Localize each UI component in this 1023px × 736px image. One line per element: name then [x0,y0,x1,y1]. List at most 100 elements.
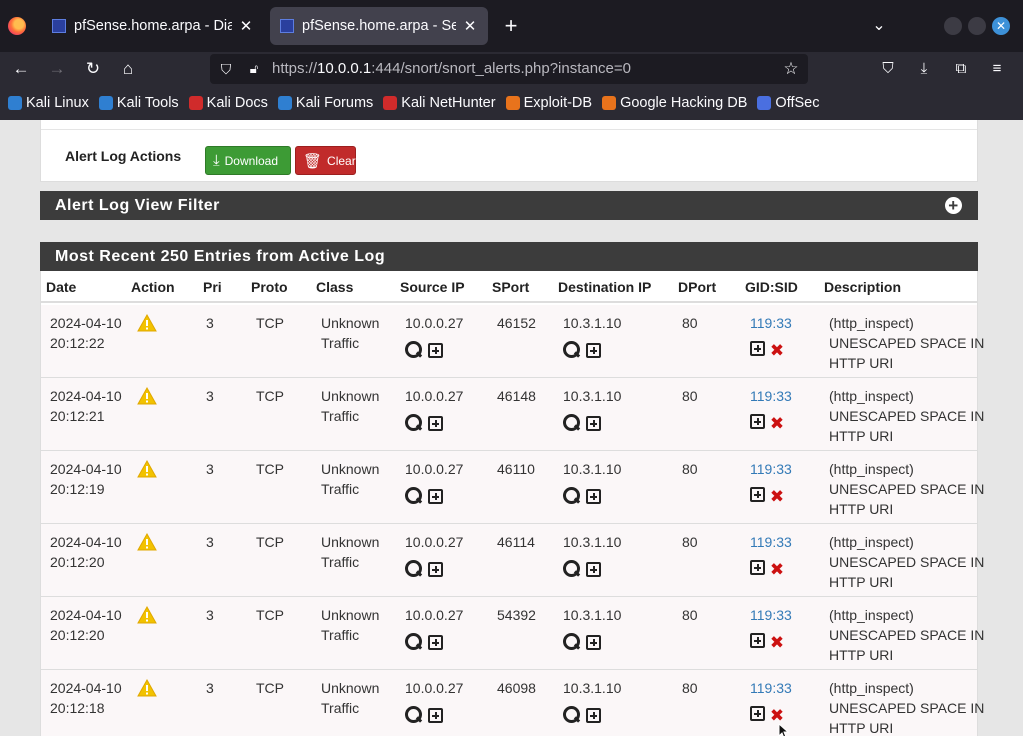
column-header-date[interactable]: Date [46,279,76,295]
square-plus-icon[interactable] [428,635,443,650]
magnifier-icon[interactable] [563,414,580,431]
column-header-class[interactable]: Class [316,279,353,295]
column-header-description[interactable]: Description [824,279,901,295]
square-plus-icon[interactable] [750,414,765,429]
magnifier-icon[interactable] [405,487,422,504]
url-text[interactable]: https://10.0.0.1:444/snort/snort_alerts.… [272,60,631,78]
square-plus-icon[interactable] [750,560,765,575]
list-all-tabs-chevron-icon[interactable]: ⌄ [868,14,890,38]
alert-source-ip: 10.0.0.27 [405,315,464,331]
alert-description: (http_inspect) UNESCAPED SPACE IN HTTP URI [829,607,985,663]
tab-close-icon[interactable]: ✕ [462,17,478,35]
square-plus-icon[interactable] [750,706,765,721]
column-header-source-ip[interactable]: Source IP [400,279,465,295]
bookmark-kali-tools[interactable]: Kali Tools [98,95,179,111]
back-arrow-icon[interactable]: ← [8,56,34,82]
table-row: 2024-04-10 20:12:20 3 TCP Unknown Traffic 10.0… [41,597,984,670]
gid-sid-link[interactable]: 119:33 [750,532,792,552]
magnifier-icon[interactable] [563,341,580,358]
square-plus-icon[interactable] [586,489,601,504]
table-row: 2024-04-10 20:12:21 3 TCP Unknown Traffic 10.0… [41,378,984,451]
column-header-action[interactable]: Action [131,279,175,295]
magnifier-icon[interactable] [405,414,422,431]
square-plus-icon[interactable] [750,341,765,356]
reload-icon[interactable]: ↻ [80,56,106,82]
square-plus-icon[interactable] [586,708,601,723]
extensions-icon[interactable]: ⧉ [949,57,973,81]
square-plus-icon[interactable] [428,708,443,723]
home-icon[interactable]: ⌂ [115,56,141,82]
downloads-icon[interactable]: ⤓ [912,57,936,81]
magnifier-icon[interactable] [405,560,422,577]
insecure-lock-icon[interactable]: 🔓︎ [246,60,262,78]
column-header-sport[interactable]: SPort [492,279,529,295]
gid-sid-link[interactable]: 119:33 [750,313,792,333]
square-plus-icon[interactable] [750,633,765,648]
download-button[interactable]: ⤓ Download [205,146,291,175]
bookmark-kali-docs[interactable]: Kali Docs [188,95,268,111]
magnifier-icon[interactable] [405,706,422,723]
magnifier-icon[interactable] [405,341,422,358]
gid-sid-link[interactable]: 119:33 [750,459,792,479]
red-x-icon[interactable]: ✖ [769,634,785,651]
magnifier-icon[interactable] [563,487,580,504]
magnifier-icon[interactable] [563,706,580,723]
bookmark-kali-forums[interactable]: Kali Forums [277,95,373,111]
forward-arrow-icon[interactable]: → [44,56,70,82]
clear-button[interactable]: 🗑︎ Clear [295,146,356,175]
hamburger-menu-icon[interactable]: ≡ [985,57,1009,81]
alert-log-view-filter-header[interactable]: Alert Log View Filter + [40,191,978,220]
bookmark-kali-linux[interactable]: Kali Linux [8,95,89,111]
column-header-destination-ip[interactable]: Destination IP [558,279,651,295]
bookmark-exploit-db[interactable]: Exploit-DB [505,95,592,111]
bookmark-star-icon[interactable]: ☆ [782,59,800,79]
window-minimize-button[interactable] [944,17,962,35]
gid-sid-link[interactable]: 119:33 [750,605,792,625]
pocket-icon[interactable]: ⛉ [876,57,900,81]
alert-destination-ip: 10.3.1.10 [563,388,622,404]
red-x-icon[interactable]: ✖ [769,707,785,724]
column-header-proto[interactable]: Proto [251,279,288,295]
source-ip-actions [405,706,443,726]
window-close-button[interactable]: ✕ [992,17,1010,35]
column-header-pri[interactable]: Pri [203,279,222,295]
gid-sid-link[interactable]: 119:33 [750,386,792,406]
column-header-dport[interactable]: DPort [678,279,716,295]
square-plus-icon[interactable] [586,343,601,358]
tab-close-icon[interactable]: ✕ [238,17,254,35]
red-x-icon[interactable]: ✖ [769,561,785,578]
bookmark-offsec[interactable]: OffSec [757,95,819,111]
square-plus-icon[interactable] [750,487,765,502]
url-bar[interactable]: ⛉ 🔓︎ https://10.0.0.1:444/snort/snort_al… [210,54,808,84]
magnifier-icon[interactable] [563,633,580,650]
tab-diagnostics[interactable]: pfSense.home.arpa - Diag ✕ [42,7,264,45]
warning-triangle-icon [137,533,157,551]
bookmark-google-hacking-db[interactable]: Google Hacking DB [602,95,747,111]
magnifier-icon[interactable] [405,633,422,650]
red-x-icon[interactable]: ✖ [769,415,785,432]
window-maximize-button[interactable] [968,17,986,35]
gid-sid-link[interactable]: 119:33 [750,678,792,698]
alert-protocol: TCP [256,388,284,404]
square-plus-icon[interactable] [586,416,601,431]
square-plus-icon[interactable] [586,562,601,577]
square-plus-icon[interactable] [428,343,443,358]
column-header-gid-sid[interactable]: GID:SID [745,279,798,295]
red-x-icon[interactable]: ✖ [769,342,785,359]
page-content: Alert Log Actions ⤓ Download 🗑︎ Clear Al… [0,120,1023,736]
firefox-icon[interactable] [8,17,26,35]
square-plus-icon[interactable] [428,416,443,431]
square-plus-icon[interactable] [586,635,601,650]
tracking-shield-icon[interactable]: ⛉ [218,60,234,78]
bookmark-kali-nethunter[interactable]: Kali NetHunter [383,95,496,111]
mouse-cursor-icon [778,724,790,736]
magnifier-icon[interactable] [563,560,580,577]
square-plus-icon[interactable] [428,562,443,577]
plus-circle-icon[interactable]: + [945,197,962,214]
red-x-icon[interactable]: ✖ [769,488,785,505]
new-tab-button[interactable]: + [500,13,522,39]
source-ip-actions [405,341,443,361]
square-plus-icon[interactable] [428,489,443,504]
tab-services[interactable]: pfSense.home.arpa - Serv ✕ [270,7,488,45]
alert-class: Unknown Traffic [321,607,380,643]
